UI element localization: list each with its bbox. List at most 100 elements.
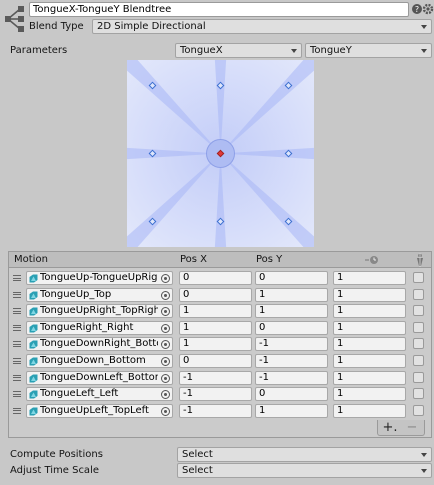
blendtree-name-input[interactable]: TongueX-TongueY Blendtree [29, 2, 409, 17]
column-header-motion: Motion [14, 254, 48, 265]
add-remove-bar: +. − [377, 420, 425, 436]
blend-space-2d[interactable] [127, 60, 314, 247]
mirror-checkbox[interactable] [413, 288, 424, 300]
mirror-checkbox[interactable] [413, 338, 424, 350]
speed-field[interactable]: 1 [333, 304, 406, 319]
animation-clip-icon [29, 340, 38, 349]
drag-handle-icon[interactable] [13, 374, 21, 381]
pos-y-field[interactable]: 0 [255, 320, 328, 335]
motion-field[interactable]: TongueDown_Bottom [26, 354, 173, 368]
animation-clip-icon [29, 324, 38, 333]
speed-field[interactable]: 1 [333, 370, 406, 385]
speed-field[interactable]: 1 [333, 337, 406, 352]
pos-y-field[interactable]: 0 [255, 271, 328, 285]
add-motion-button[interactable]: +. [380, 420, 400, 436]
object-picker-icon[interactable] [161, 340, 170, 350]
mirror-checkbox[interactable] [413, 355, 424, 366]
object-picker-icon[interactable] [161, 406, 170, 416]
motion-name: TongueDownLeft_BottomLeft [40, 371, 158, 383]
pos-x-field[interactable]: 1 [179, 320, 252, 335]
pos-y-field[interactable]: 1 [255, 403, 328, 418]
speed-field[interactable]: 1 [333, 271, 406, 285]
motion-field[interactable]: TongueUp-TongueUpRight [26, 271, 173, 285]
compute-positions-dropdown[interactable]: Select [177, 447, 432, 462]
object-picker-icon[interactable] [161, 307, 170, 317]
pos-x-field[interactable]: -1 [179, 370, 252, 385]
object-picker-icon[interactable] [161, 323, 170, 333]
column-header-pos-x: Pos X [180, 254, 208, 265]
table-row[interactable]: TongueUp-TongueUpRight 0 0 1 [9, 270, 431, 286]
pos-x-field[interactable]: -1 [179, 403, 252, 418]
compute-positions-label: Compute Positions [10, 449, 103, 460]
speed-field[interactable]: 1 [333, 354, 406, 368]
animation-clip-icon [29, 407, 38, 416]
parameter-x-dropdown[interactable]: TongueX [175, 43, 302, 58]
pos-y-field[interactable]: -1 [255, 370, 328, 385]
drag-handle-icon[interactable] [13, 407, 21, 414]
drag-handle-icon[interactable] [13, 324, 21, 331]
animation-clip-icon [29, 307, 38, 316]
pos-y-field[interactable]: -1 [255, 354, 328, 368]
motion-field[interactable]: TongueUpRight_TopRight [26, 304, 173, 319]
pos-x-field[interactable]: 0 [179, 271, 252, 285]
object-picker-icon[interactable] [161, 357, 170, 366]
animation-clip-icon [29, 274, 38, 283]
gear-icon[interactable] [422, 3, 434, 15]
table-row[interactable]: TongueDownRight_BottomRight1-11 [9, 336, 431, 352]
pos-x-field[interactable]: 1 [179, 304, 252, 319]
motion-table: Motion Pos X Pos Y TongueUp-TongueUpRigh… [8, 251, 432, 438]
mirror-checkbox[interactable] [413, 272, 424, 283]
pos-x-field[interactable]: 0 [179, 287, 252, 302]
mirror-checkbox[interactable] [413, 371, 424, 383]
pos-x-field[interactable]: 1 [179, 337, 252, 352]
mirror-checkbox[interactable] [413, 321, 424, 333]
animation-clip-icon [29, 357, 38, 366]
motion-field[interactable]: TongueDownLeft_BottomLeft [26, 370, 173, 385]
object-picker-icon[interactable] [161, 274, 170, 283]
motion-field[interactable]: TongueRight_Right [26, 320, 173, 335]
speed-field[interactable]: 1 [333, 387, 406, 402]
table-row[interactable]: TongueLeft_Left -1 0 1 [9, 386, 431, 402]
mirror-checkbox[interactable] [413, 305, 424, 317]
drag-handle-icon[interactable] [13, 275, 21, 281]
pos-y-field[interactable]: 1 [255, 304, 328, 319]
pos-y-field[interactable]: 0 [255, 387, 328, 402]
motion-field[interactable]: TongueUpLeft_TopLeft [26, 403, 173, 418]
object-picker-icon[interactable] [161, 390, 170, 400]
pos-y-field[interactable]: 1 [255, 287, 328, 302]
compute-positions-value: Select [182, 449, 213, 460]
drag-handle-icon[interactable] [13, 341, 21, 348]
drag-handle-icon[interactable] [13, 308, 21, 315]
chevron-down-icon [421, 453, 427, 457]
motion-field[interactable]: TongueDownRight_BottomRight [26, 337, 173, 352]
object-picker-icon[interactable] [161, 373, 170, 383]
table-row[interactable]: TongueUpLeft_TopLeft -1 1 1 [9, 403, 431, 419]
blend-type-dropdown[interactable]: 2D Simple Directional [92, 19, 432, 34]
pos-y-field[interactable]: -1 [255, 337, 328, 352]
mirror-checkbox[interactable] [413, 388, 424, 400]
mirror-checkbox[interactable] [413, 404, 424, 416]
drag-handle-icon[interactable] [13, 291, 21, 298]
speed-field[interactable]: 1 [333, 320, 406, 335]
pos-x-field[interactable]: 0 [179, 354, 252, 368]
motion-field[interactable]: TongueLeft_Left [26, 387, 173, 402]
drag-handle-icon[interactable] [13, 358, 21, 364]
parameter-y-value: TongueY [310, 45, 352, 56]
speed-field[interactable]: 1 [333, 287, 406, 302]
object-picker-icon[interactable] [161, 290, 170, 300]
adjust-time-scale-dropdown[interactable]: Select [177, 463, 432, 478]
speed-field[interactable]: 1 [333, 403, 406, 418]
parameter-y-dropdown[interactable]: TongueY [305, 43, 432, 58]
animation-clip-icon [29, 390, 38, 399]
table-row[interactable]: TongueUp_Top 0 1 1 [9, 287, 431, 303]
table-row[interactable]: TongueUpRight_TopRight 1 1 1 [9, 303, 431, 319]
pos-x-field[interactable]: -1 [179, 387, 252, 402]
motion-name: TongueUp-TongueUpRight [40, 272, 158, 283]
table-row[interactable]: TongueRight_Right 1 0 1 [9, 320, 431, 336]
remove-motion-button[interactable]: − [402, 420, 422, 436]
drag-handle-icon[interactable] [13, 391, 21, 398]
motion-field[interactable]: TongueUp_Top [26, 287, 173, 302]
table-row[interactable]: TongueDownLeft_BottomLeft -1-1 1 [9, 370, 431, 386]
table-row[interactable]: TongueDown_Bottom 0 -1 1 [9, 353, 431, 369]
motion-name: TongueLeft_Left [40, 388, 119, 400]
